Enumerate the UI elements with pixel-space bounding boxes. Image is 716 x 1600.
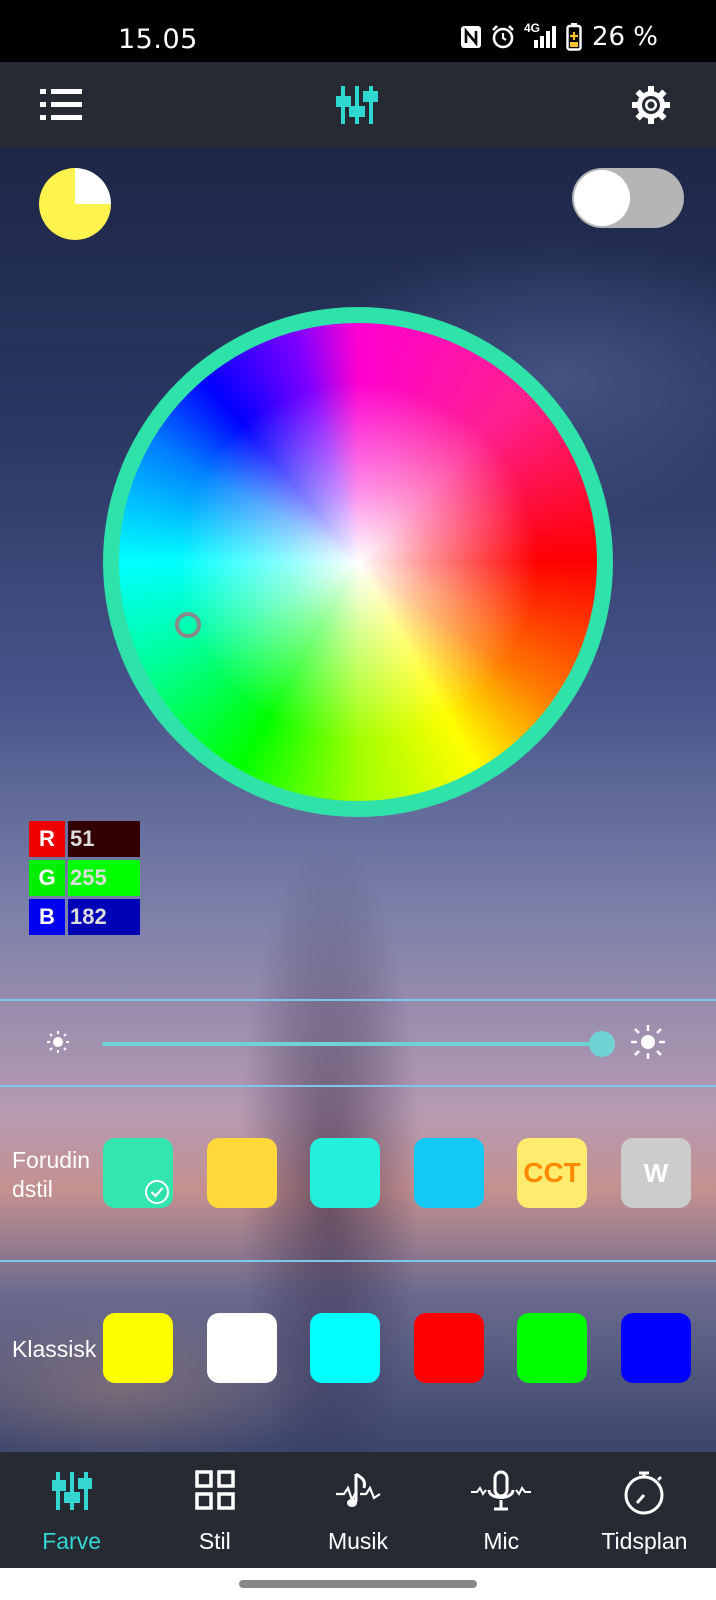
tab-label: Stil <box>198 1528 231 1554</box>
preset-row: Forudin dstil CCT W <box>0 1138 716 1210</box>
tab-label: Farve <box>42 1528 101 1554</box>
rgb-value[interactable]: 182 <box>68 899 140 935</box>
power-switch[interactable] <box>572 168 684 228</box>
nfc-icon <box>460 25 482 49</box>
preset-cct-button[interactable]: CCT <box>517 1138 587 1208</box>
rgb-value[interactable]: 255 <box>68 860 140 896</box>
preset-label-line: Forudin <box>12 1147 90 1173</box>
rgb-row-g: G 255 <box>29 860 141 896</box>
settings-button[interactable] <box>628 82 674 128</box>
microphone-icon <box>471 1470 532 1511</box>
menu-list-icon <box>40 89 82 120</box>
grid-icon <box>195 1470 235 1510</box>
status-bar: 15.05 4G 26 % <box>0 0 716 62</box>
tab-tidsplan[interactable]: Tidsplan <box>573 1452 716 1568</box>
brightness-slider-thumb[interactable] <box>589 1031 615 1057</box>
equalizer-button[interactable] <box>332 80 382 130</box>
preset-swatch[interactable] <box>414 1138 484 1208</box>
app-bar <box>0 62 716 148</box>
classic-swatch-cyan[interactable] <box>310 1313 380 1383</box>
classic-swatch-yellow[interactable] <box>103 1313 173 1383</box>
classic-swatch-green[interactable] <box>517 1313 587 1383</box>
power-switch-knob <box>574 170 630 226</box>
tab-farve[interactable]: Farve <box>0 1452 143 1568</box>
status-icons: 4G 26 % <box>460 21 658 52</box>
classic-swatch-blue[interactable] <box>621 1313 691 1383</box>
tab-stil[interactable]: Stil <box>143 1452 286 1568</box>
equalizer-icon <box>336 86 378 124</box>
rgb-row-r: R 51 <box>29 821 141 857</box>
rgb-row-b: B 182 <box>29 899 141 935</box>
rgb-key: R <box>29 821 65 857</box>
rgb-key: B <box>29 899 65 935</box>
classic-swatch-red[interactable] <box>414 1313 484 1383</box>
rgb-panel: R 51 G 255 B 182 <box>29 821 141 938</box>
brightness-slider[interactable] <box>102 1031 615 1057</box>
rgb-value[interactable]: 51 <box>68 821 140 857</box>
sun-mode-icon[interactable] <box>39 168 111 240</box>
menu-button[interactable] <box>36 82 86 128</box>
brightness-low-icon <box>47 1031 69 1053</box>
tab-label: Tidsplan <box>601 1528 688 1554</box>
rgb-key: G <box>29 860 65 896</box>
classic-swatch-white[interactable] <box>207 1313 277 1383</box>
tab-musik[interactable]: Musik <box>286 1452 429 1568</box>
divider <box>0 1260 716 1262</box>
tab-label: Musik <box>327 1528 389 1554</box>
bottom-tab-bar: Farve Stil Musik Mic Tidsplan <box>0 1452 716 1568</box>
network-type: 4G <box>523 21 540 35</box>
check-icon <box>145 1180 169 1204</box>
preset-label-line: dstil <box>12 1176 53 1202</box>
preset-swatch[interactable] <box>103 1138 173 1208</box>
home-indicator[interactable] <box>239 1580 477 1588</box>
battery-percent: 26 % <box>591 22 658 52</box>
classic-row: Klassisk <box>0 1313 716 1385</box>
main-content: R 51 G 255 B 182 Forudin dstil CCT W Kla… <box>0 148 716 1452</box>
color-picker-handle[interactable] <box>175 612 201 638</box>
signal-icon: 4G <box>523 21 558 50</box>
preset-white-button[interactable]: W <box>621 1138 691 1208</box>
alarm-icon <box>490 24 516 50</box>
preset-label: Forudin dstil <box>12 1146 90 1204</box>
tab-label: Mic <box>483 1528 520 1554</box>
brightness-high-icon <box>631 1025 665 1059</box>
equalizer-icon <box>51 1472 92 1510</box>
status-time: 15.05 <box>118 24 198 55</box>
tab-mic[interactable]: Mic <box>430 1452 573 1568</box>
brightness-row <box>0 996 716 1096</box>
classic-label: Klassisk <box>12 1336 97 1362</box>
divider <box>0 1085 716 1087</box>
color-wheel[interactable] <box>103 307 613 817</box>
system-nav-bar <box>0 1568 716 1600</box>
preset-swatch[interactable] <box>207 1138 277 1208</box>
color-wheel-spectrum[interactable] <box>119 323 597 801</box>
battery-icon <box>566 23 582 51</box>
preset-swatch[interactable] <box>310 1138 380 1208</box>
preset-white-label: W <box>643 1157 669 1188</box>
music-icon <box>336 1472 381 1507</box>
preset-cct-label: CCT <box>523 1157 581 1188</box>
stopwatch-icon <box>624 1471 664 1515</box>
gear-icon <box>632 86 670 124</box>
